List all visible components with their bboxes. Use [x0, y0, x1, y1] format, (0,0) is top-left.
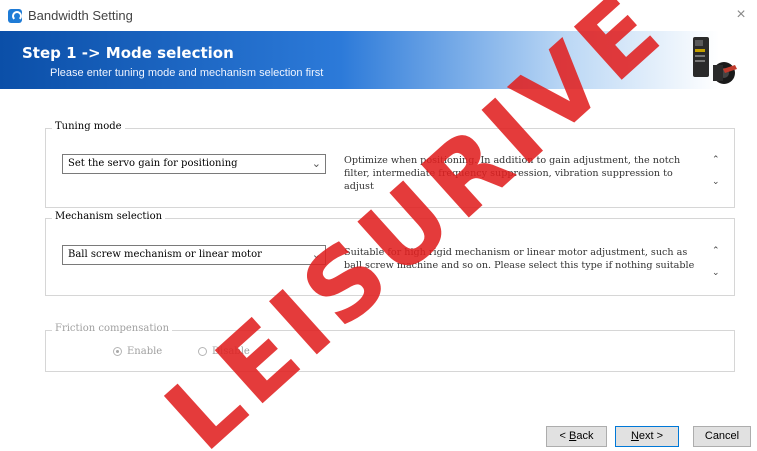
- next-label: ext >: [638, 430, 664, 442]
- step-title: Step 1 -> Mode selection: [22, 44, 234, 62]
- radio-checked-icon: [113, 347, 122, 356]
- tuning-mode-legend: Tuning mode: [52, 121, 125, 132]
- radio-unchecked-icon: [198, 347, 207, 356]
- chevron-down-icon[interactable]: ⌄: [712, 267, 720, 278]
- tuning-mode-description: Optimize when positioning. In addition t…: [344, 155, 681, 192]
- enable-radio-label: Enable: [127, 346, 163, 357]
- back-prefix: <: [559, 430, 569, 442]
- disable-radio[interactable]: Disable: [198, 346, 250, 357]
- enable-radio[interactable]: Enable: [113, 346, 162, 357]
- app-icon: [8, 9, 22, 23]
- servo-drive-icon: [693, 37, 737, 84]
- chevron-down-icon: ⌄: [311, 158, 321, 170]
- step-banner: Step 1 -> Mode selection Please enter tu…: [0, 31, 757, 89]
- cancel-button[interactable]: Cancel: [693, 426, 751, 447]
- back-label: ack: [576, 430, 594, 442]
- mechanism-legend: Mechanism selection: [52, 211, 166, 222]
- mechanism-value: Ball screw mechanism or linear motor: [68, 249, 262, 260]
- back-button[interactable]: < Back: [546, 426, 607, 447]
- friction-legend: Friction compensation: [52, 323, 173, 334]
- step-subtitle: Please enter tuning mode and mechanism s…: [50, 67, 324, 79]
- next-accelerator: N: [630, 430, 639, 442]
- chevron-up-icon[interactable]: ⌃: [712, 154, 720, 165]
- title-bar: Bandwidth Setting ×: [0, 0, 757, 31]
- window-title: Bandwidth Setting: [28, 8, 133, 23]
- close-icon[interactable]: ×: [731, 6, 751, 24]
- tuning-mode-value: Set the servo gain for positioning: [68, 158, 238, 169]
- chevron-down-icon: ⌄: [311, 249, 321, 261]
- mechanism-select[interactable]: Ball screw mechanism or linear motor ⌄: [62, 245, 326, 265]
- next-button[interactable]: Next >: [615, 426, 679, 447]
- tuning-mode-select[interactable]: Set the servo gain for positioning ⌄: [62, 154, 326, 174]
- mechanism-description-scroll[interactable]: ⌃ ⌄: [712, 245, 724, 281]
- mechanism-description: Suitable for high rigid mechanism or lin…: [344, 247, 695, 271]
- chevron-down-icon[interactable]: ⌄: [712, 176, 720, 187]
- disable-radio-label: Disable: [212, 346, 250, 357]
- tuning-description-scroll[interactable]: ⌃ ⌄: [712, 154, 724, 190]
- chevron-up-icon[interactable]: ⌃: [712, 245, 720, 256]
